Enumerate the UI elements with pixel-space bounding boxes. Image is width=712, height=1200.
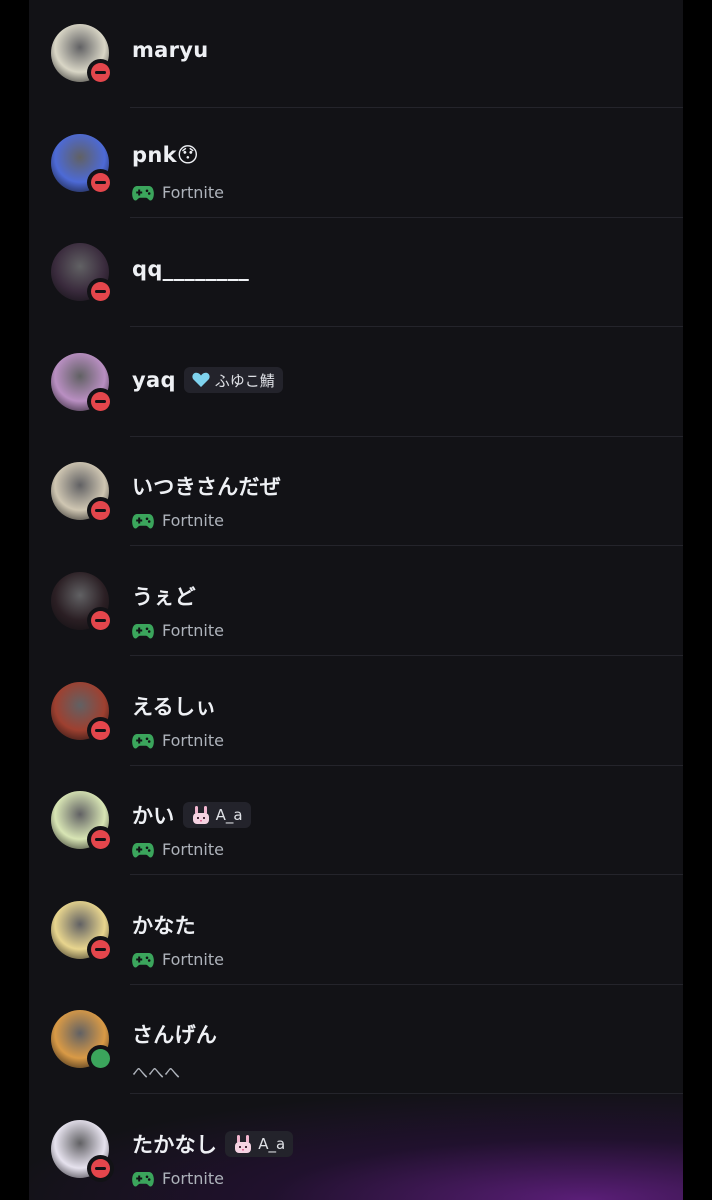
gamepad-icon [132,841,154,859]
member-row[interactable]: qq________ [29,219,683,328]
server-tag-badge[interactable]: A_a [225,1131,294,1157]
member-row[interactable]: いつきさんだぜ Fortnite [29,438,683,547]
activity-text: Fortnite [162,950,224,969]
member-row[interactable]: かい A_a Fortnite [29,767,683,876]
status-online-icon [87,1045,114,1072]
name-line: pnk😯 [132,143,199,167]
activity-status: Fortnite [132,621,224,640]
row-divider [130,545,683,546]
status-dnd-icon [87,278,114,305]
member-row[interactable]: うぇど Fortnite [29,548,683,657]
status-dnd-icon [87,1155,114,1182]
server-tag-label: A_a [258,1135,286,1153]
member-row[interactable]: えるしぃ Fortnite [29,658,683,767]
activity-status: Fortnite [132,950,224,969]
activity-text: へへへ [132,1063,181,1082]
name-line: かい A_a [132,800,251,830]
member-name[interactable]: さんげん [132,1019,217,1049]
activity-text: Fortnite [162,840,224,859]
member-list: maryu pnk😯 Fortnite qq________yaq ふゆこ鯖いつきさんだ… [29,0,683,1200]
server-tag-label: A_a [215,806,243,824]
gamepad-icon [132,951,154,969]
name-line: たかなし A_a [132,1129,294,1159]
name-line: さんげん [132,1019,217,1049]
member-row[interactable]: pnk😯 Fortnite [29,110,683,219]
row-divider [130,1093,683,1094]
member-row[interactable]: yaq ふゆこ鯖 [29,329,683,438]
member-name[interactable]: かなた [132,910,196,940]
name-line: うぇど [132,581,196,611]
row-divider [130,436,683,437]
activity-text: Fortnite [162,183,224,202]
activity-text: Fortnite [162,621,224,640]
activity-text: Fortnite [162,511,224,530]
gamepad-icon [132,1170,154,1188]
activity-status: Fortnite [132,183,224,202]
gamepad-icon [132,622,154,640]
row-divider [130,655,683,656]
row-divider [130,874,683,875]
row-divider [130,107,683,108]
row-divider [130,326,683,327]
name-line: いつきさんだぜ [132,471,281,501]
name-line: yaq ふゆこ鯖 [132,367,283,393]
row-divider [130,217,683,218]
name-line: えるしぃ [132,691,217,721]
member-name[interactable]: うぇど [132,581,196,611]
member-name[interactable]: えるしぃ [132,691,217,721]
gamepad-icon [132,184,154,202]
member-name[interactable]: いつきさんだぜ [132,471,281,501]
status-dnd-icon [87,497,114,524]
member-name[interactable]: qq________ [132,257,249,281]
server-tag-badge[interactable]: A_a [182,802,251,828]
name-line: qq________ [132,257,249,281]
activity-status: へへへ [132,1059,180,1083]
member-name[interactable]: maryu [132,38,209,62]
row-divider [130,984,683,985]
member-row[interactable]: maryu [29,0,683,109]
member-row[interactable]: かなた Fortnite [29,877,683,986]
status-dnd-icon [87,169,114,196]
status-dnd-icon [87,607,114,634]
member-name[interactable]: yaq [132,368,176,392]
activity-status: Fortnite [132,731,224,750]
name-line: maryu [132,38,209,62]
member-row[interactable]: さんげん へへへ [29,986,683,1095]
status-dnd-icon [87,826,114,853]
status-dnd-icon [87,717,114,744]
member-name[interactable]: pnk😯 [132,143,199,167]
server-tag-label: ふゆこ鯖 [214,371,275,390]
heart-icon [192,372,210,388]
activity-status: Fortnite [132,1169,224,1188]
status-dnd-icon [87,59,114,86]
member-name[interactable]: たかなし [132,1129,217,1159]
bunny-icon [191,805,211,825]
activity-text: Fortnite [162,731,224,750]
status-dnd-icon [87,388,114,415]
activity-text: Fortnite [162,1169,224,1188]
member-name[interactable]: かい [132,800,175,830]
bunny-icon [233,1134,253,1154]
activity-status: Fortnite [132,840,224,859]
gamepad-icon [132,732,154,750]
activity-status: Fortnite [132,511,224,530]
member-row[interactable]: たかなし A_a Fortnite [29,1096,683,1200]
server-tag-badge[interactable]: ふゆこ鯖 [183,367,283,393]
name-line: かなた [132,910,196,940]
gamepad-icon [132,512,154,530]
row-divider [130,765,683,766]
status-dnd-icon [87,936,114,963]
